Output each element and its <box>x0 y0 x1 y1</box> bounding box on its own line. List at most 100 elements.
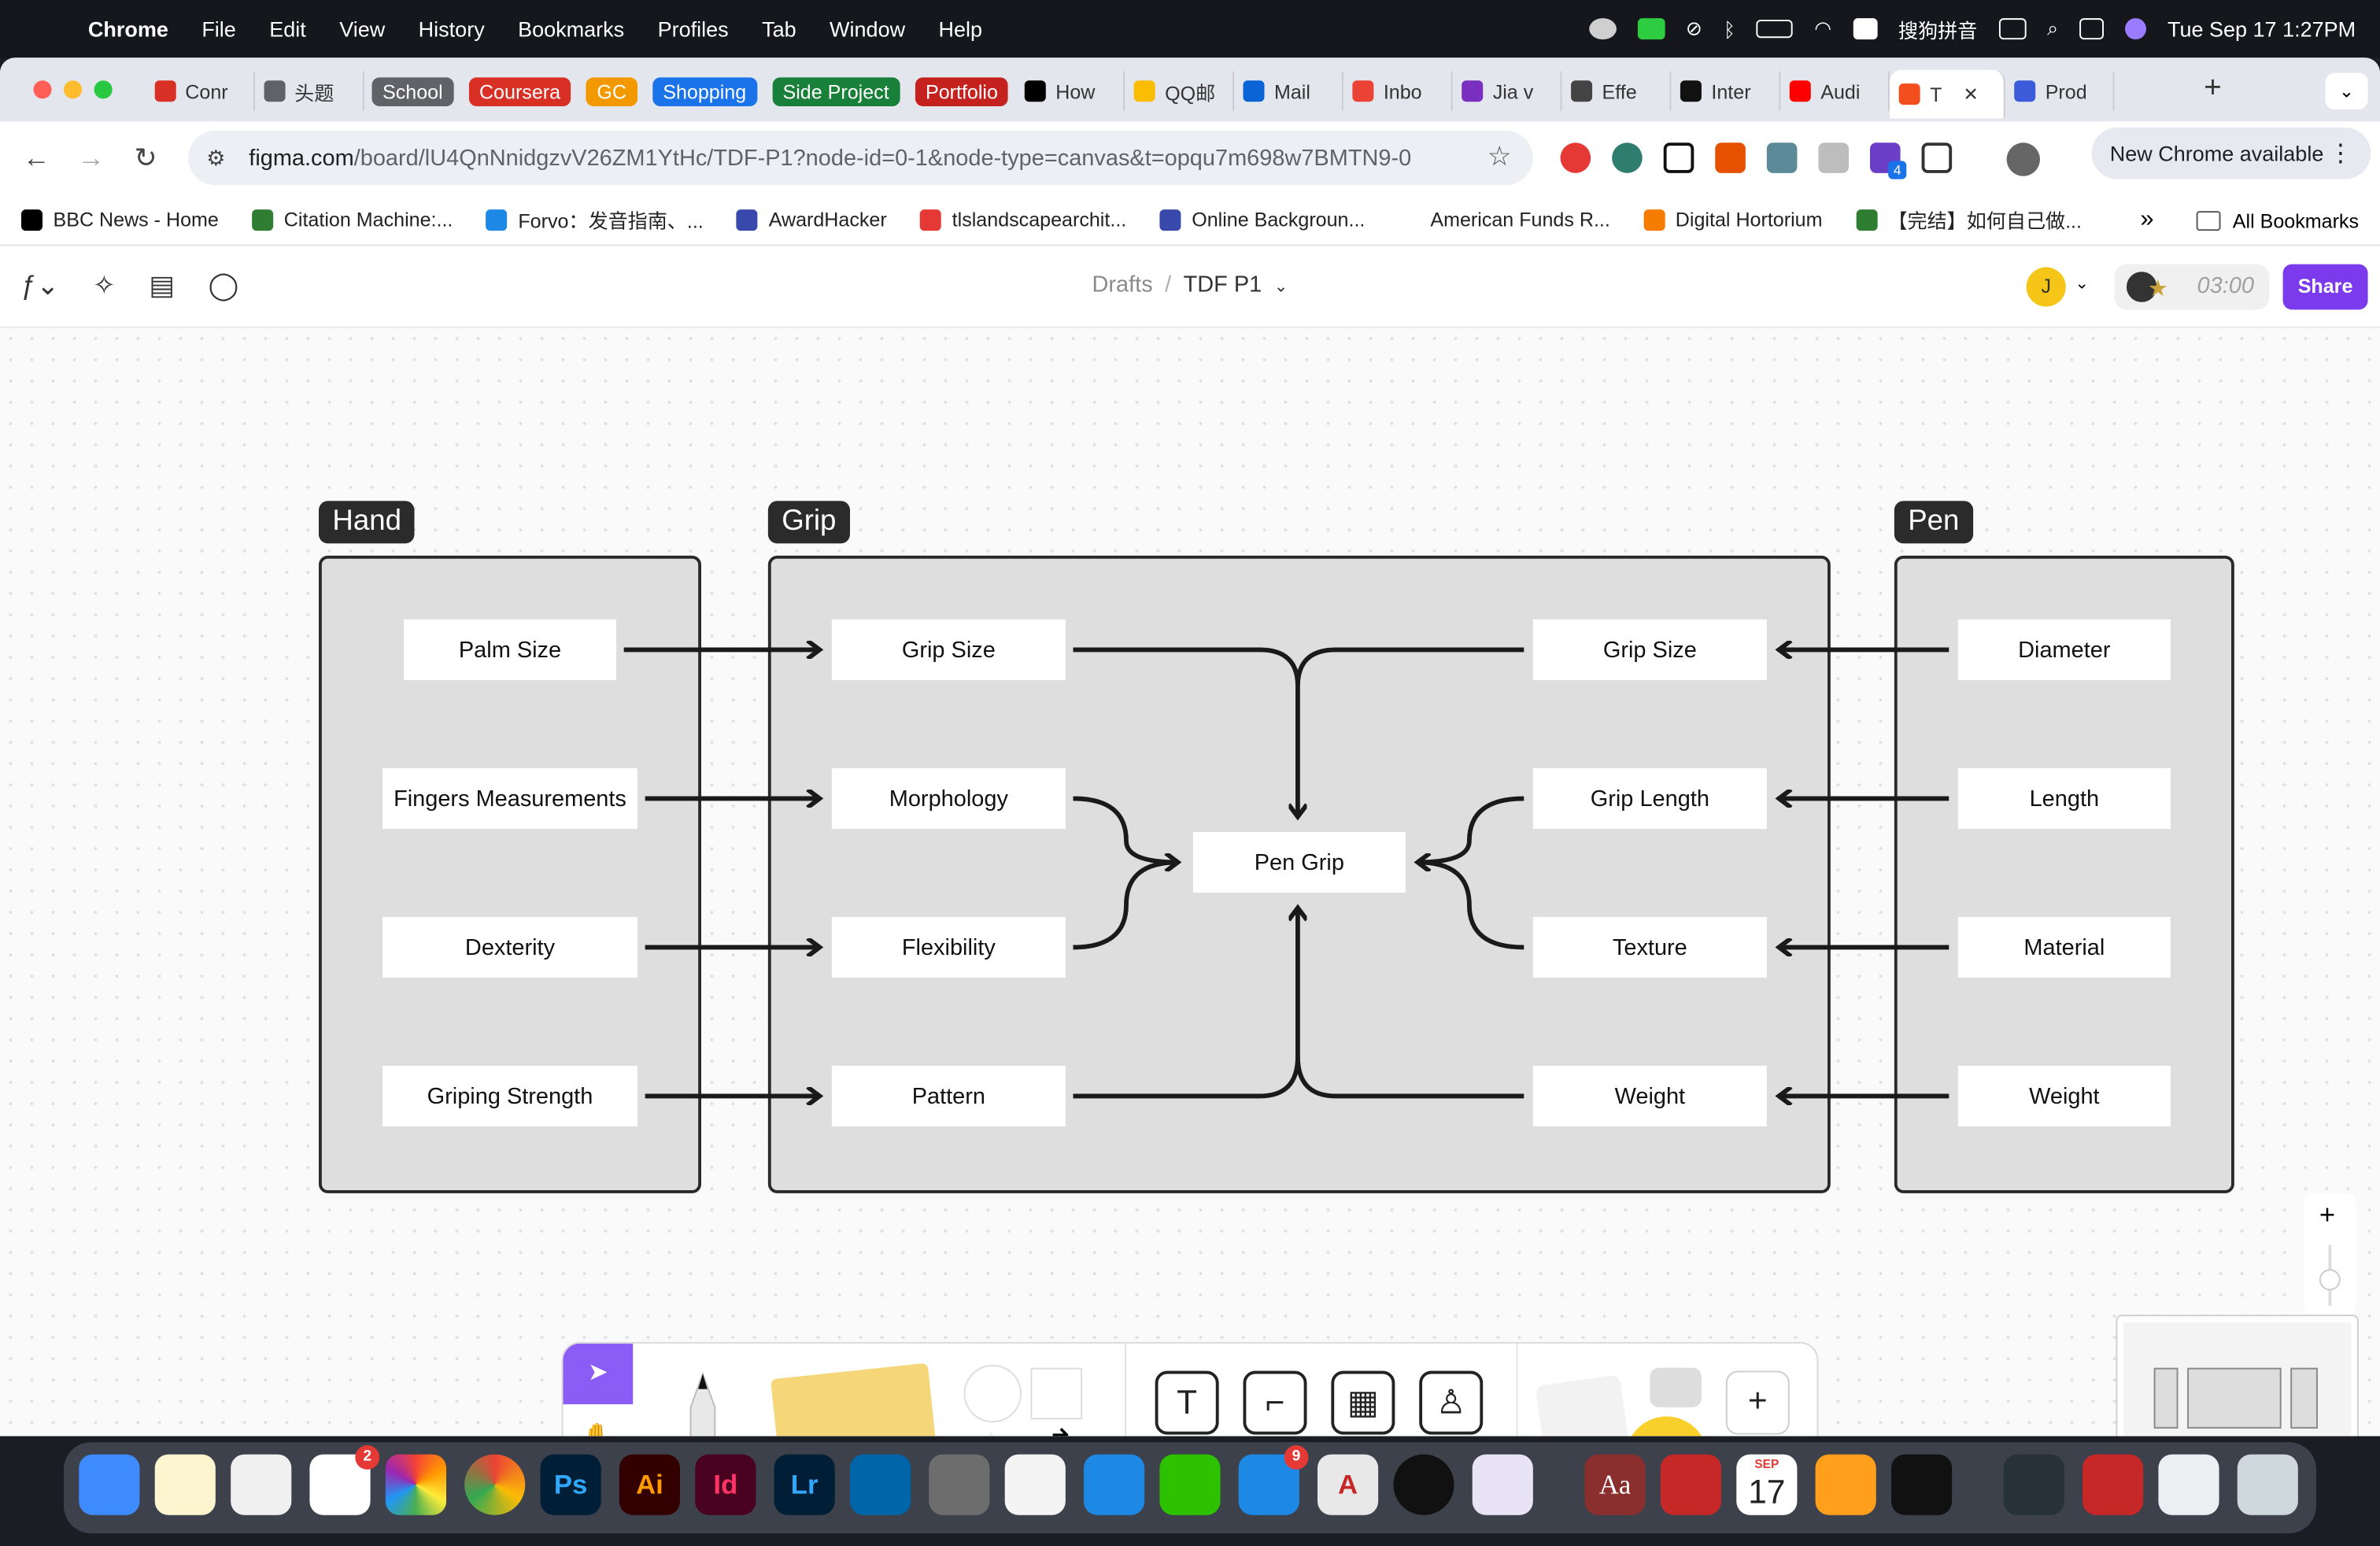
tab-group[interactable]: Portfolio <box>907 72 1016 111</box>
menu-view[interactable]: View <box>339 17 385 41</box>
forward-arrow-icon[interactable]: → <box>76 142 106 173</box>
triangle-shape-icon[interactable] <box>966 1431 1016 1437</box>
node-griping-strength[interactable]: Griping Strength <box>382 1065 638 1126</box>
tab-group[interactable]: GC <box>578 72 645 111</box>
tab[interactable]: Prod <box>2006 71 2116 111</box>
tab[interactable]: How <box>1016 71 1125 111</box>
close-window-button[interactable] <box>33 80 52 99</box>
bookmark-item[interactable]: 【完结】如何自己做... <box>1855 205 2082 234</box>
more-bookmarks-icon[interactable]: » <box>2140 206 2153 234</box>
siri-icon[interactable] <box>2124 18 2146 40</box>
clipboard-app-icon[interactable] <box>1637 18 1665 40</box>
lightroom-icon[interactable]: Lr <box>774 1454 835 1515</box>
keynote-icon[interactable] <box>1083 1454 1145 1515</box>
no-wifi-tool-icon[interactable]: ⊘ <box>1686 17 1702 41</box>
downloads-stack-icon[interactable] <box>2158 1454 2219 1515</box>
share-button[interactable]: Share <box>2282 264 2368 310</box>
node-palm-size[interactable]: Palm Size <box>403 619 616 680</box>
minimize-window-button[interactable] <box>63 80 83 99</box>
tab[interactable]: Audi <box>1781 71 1890 111</box>
capcut-icon[interactable] <box>1890 1454 1953 1515</box>
node-fingers-measurements[interactable]: Fingers Measurements <box>382 767 638 829</box>
sogou-input-icon[interactable] <box>1853 18 1878 40</box>
table-tool-icon[interactable]: ▦ <box>1331 1370 1395 1435</box>
marker-tool-icon[interactable] <box>672 1368 733 1437</box>
jambot-widget-icon[interactable] <box>1535 1374 1632 1437</box>
chrome-icon[interactable] <box>464 1454 526 1515</box>
finder-icon[interactable] <box>79 1454 140 1515</box>
spotify-icon[interactable] <box>1393 1454 1454 1515</box>
bookmark-item[interactable]: Citation Machine:... <box>252 208 453 231</box>
battery-icon[interactable] <box>1757 20 1794 39</box>
site-settings-icon[interactable]: ⚙ <box>206 145 234 171</box>
node-material[interactable]: Material <box>1957 916 2171 978</box>
dictionary-icon[interactable]: Aa <box>1584 1454 1646 1515</box>
kebab-menu-icon[interactable]: ⋮ <box>2328 138 2352 168</box>
node-pattern[interactable]: Pattern <box>831 1065 1066 1126</box>
keyboard-icon[interactable] <box>1998 18 2027 40</box>
autocad-icon[interactable]: A <box>1317 1454 1379 1515</box>
node-flexibility[interactable]: Flexibility <box>831 916 1066 978</box>
tab-search-chevron-icon[interactable]: ⌄ <box>2325 72 2368 109</box>
back-arrow-icon[interactable]: ← <box>21 142 52 173</box>
rocket-app-icon[interactable] <box>1472 1454 1533 1515</box>
wifi-icon[interactable]: ◠ <box>1814 17 1831 41</box>
control-center-icon[interactable] <box>2079 18 2104 40</box>
sandbox-app-icon[interactable] <box>929 1454 990 1515</box>
acrobat-doc-icon[interactable] <box>2082 1454 2144 1515</box>
node-texture[interactable]: Texture <box>1532 916 1767 978</box>
bookmark-item[interactable]: Online Backgroun... <box>1159 208 1365 231</box>
ext-teal-icon[interactable] <box>1766 142 1798 173</box>
puzzle-extensions-icon[interactable] <box>1921 142 1953 173</box>
node-pen-grip[interactable]: Pen Grip <box>1192 831 1406 893</box>
ext-gray-icon[interactable] <box>1818 142 1849 173</box>
trash-icon[interactable] <box>2237 1454 2298 1515</box>
node-grip-size-right[interactable]: Grip Size <box>1532 619 1767 680</box>
connector-arrow-tool-icon[interactable]: ↱ <box>1046 1422 1074 1436</box>
menu-bookmarks[interactable]: Bookmarks <box>518 17 624 41</box>
zoom-slider-handle[interactable] <box>2319 1269 2341 1291</box>
activity-monitor-icon[interactable] <box>2003 1454 2064 1515</box>
maximize-window-button[interactable] <box>94 80 113 99</box>
photoshop-icon[interactable]: Ps <box>540 1454 601 1515</box>
textedit-icon[interactable] <box>1004 1454 1066 1515</box>
close-tab-icon[interactable]: ✕ <box>1963 83 1978 105</box>
breadcrumb-drafts[interactable]: Drafts <box>1092 272 1153 298</box>
input-method-label[interactable]: 搜狗拼音 <box>1898 14 1977 43</box>
calendar-icon[interactable]: SEP 17 <box>1736 1454 1798 1515</box>
bookmark-item[interactable]: AwardHacker <box>737 208 887 231</box>
tab[interactable]: 头题 <box>255 71 364 111</box>
camera-widget-icon[interactable] <box>1650 1367 1702 1407</box>
bluetooth-icon[interactable]: ᛒ <box>1724 17 1735 40</box>
profile-avatar[interactable] <box>2006 142 2040 176</box>
tab-active[interactable]: T ✕ <box>1890 69 2006 119</box>
tab[interactable]: Mail <box>1235 71 1344 111</box>
notes-icon[interactable] <box>154 1454 216 1515</box>
new-tab-button[interactable]: + <box>2204 72 2222 106</box>
tab[interactable]: Conr <box>146 71 255 111</box>
bookmark-star-icon[interactable]: ☆ <box>1488 141 1512 172</box>
file-name[interactable]: TDF P1 <box>1184 272 1262 298</box>
node-grip-length[interactable]: Grip Length <box>1532 767 1767 829</box>
node-weight-pen[interactable]: Weight <box>1957 1065 2171 1126</box>
select-tool-cursor-icon[interactable]: ➤ <box>563 1343 634 1404</box>
menu-history[interactable]: History <box>419 17 485 41</box>
node-dexterity[interactable]: Dexterity <box>382 916 638 978</box>
node-morphology[interactable]: Morphology <box>831 767 1066 829</box>
hand-tool-icon[interactable]: ✋ <box>563 1404 633 1436</box>
menu-profiles[interactable]: Profiles <box>658 17 729 41</box>
bookmark-item[interactable]: Forvo：发音指南、... <box>486 205 704 234</box>
photos-icon[interactable] <box>385 1454 446 1515</box>
circle-shape-icon[interactable] <box>963 1364 1022 1423</box>
bookmark-item[interactable]: American Funds R... <box>1398 208 1610 231</box>
ext-purple-icon[interactable]: 4 <box>1869 142 1907 179</box>
freeform-icon[interactable] <box>231 1454 292 1515</box>
minimap[interactable] <box>2116 1315 2359 1437</box>
reload-icon[interactable]: ↻ <box>131 142 161 173</box>
node-weight-grip[interactable]: Weight <box>1532 1065 1767 1126</box>
megaphone-ext-icon[interactable] <box>1715 142 1746 173</box>
address-bar[interactable]: ⚙ figma.com/board/lU4QnNnidgzvV26ZM1YtHc… <box>188 130 1533 186</box>
text-tool-icon[interactable]: T <box>1155 1370 1219 1435</box>
tab[interactable]: Effe <box>1562 71 1672 111</box>
reminders-icon[interactable]: 2 <box>309 1444 380 1515</box>
